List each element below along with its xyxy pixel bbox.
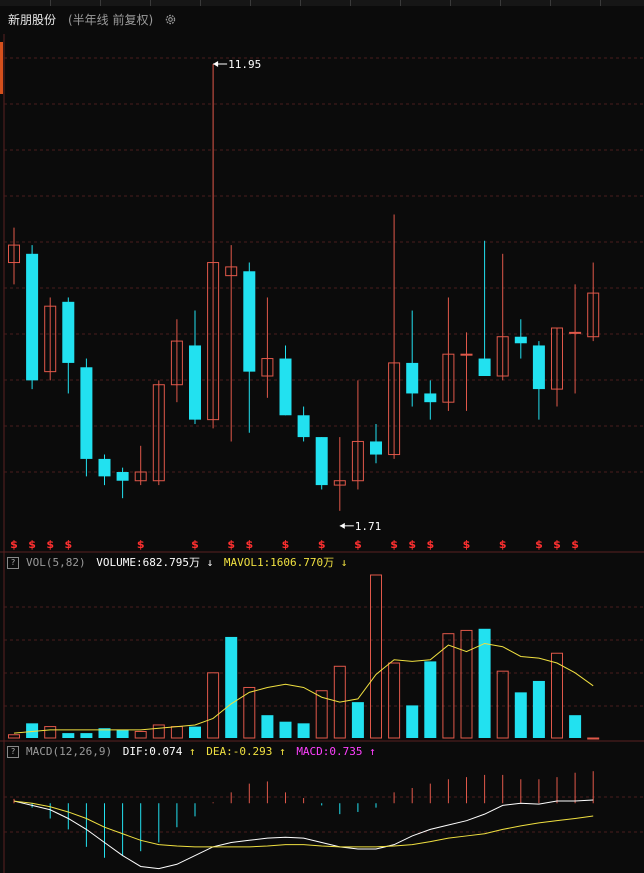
dividend-marker: $ (463, 538, 471, 551)
dividend-marker: $ (318, 538, 326, 551)
volume-bar (442, 633, 455, 739)
candle-body (116, 472, 129, 481)
dividend-marker: $ (64, 538, 72, 551)
volume-indicator-bar: ? VOL(5,82) VOLUME:682.795万 ↓ MAVOL1:160… (0, 554, 644, 572)
dividend-marker: $ (137, 538, 145, 551)
volume-bar (8, 734, 20, 739)
dividend-marker: $ (245, 538, 253, 551)
candle-body (406, 362, 419, 394)
volume-bar (279, 721, 292, 738)
mavol-value: MAVOL1:1606.770万 (223, 556, 335, 569)
dif-value: DIF:0.074 (122, 745, 183, 758)
candle-body (478, 358, 491, 376)
candle-body (460, 353, 473, 356)
volume-bar (406, 705, 419, 738)
candle-body (189, 345, 201, 420)
macd-indicator-bar: ? MACD(12,26,9) DIF:0.074 ↑ DEA:-0.293 ↑… (0, 743, 644, 761)
dividend-marker: $ (10, 538, 18, 551)
dividend-marker: $ (227, 538, 235, 551)
volume-bar (569, 715, 582, 738)
dif-line (13, 799, 594, 870)
volume-bar (44, 726, 57, 739)
dividend-marker: $ (499, 538, 507, 551)
candle-body (98, 458, 111, 477)
dividend-marker: $ (28, 538, 36, 551)
high-arrowhead (213, 61, 219, 67)
dividend-marker: $ (191, 538, 199, 551)
volume-bar (116, 729, 129, 738)
volume-bar (170, 726, 183, 739)
volume-bar (514, 692, 527, 738)
candle-body (297, 415, 310, 438)
volume-value: VOLUME:682.795万 (96, 556, 200, 569)
dividend-marker: $ (535, 538, 543, 551)
volume-bar (207, 672, 220, 739)
volume-bar (351, 702, 364, 738)
dea-arrow: ↑ (279, 745, 286, 758)
mavol-line (13, 642, 594, 734)
volume-bar (388, 662, 401, 739)
candle-body (279, 358, 292, 416)
volume-bar (134, 730, 147, 739)
volume-bar (261, 715, 274, 738)
volume-bar (370, 574, 382, 739)
low-arrowhead (339, 522, 345, 529)
volume-bar (80, 733, 93, 738)
volume-bar (424, 661, 437, 738)
volume-bar (225, 636, 238, 738)
dividend-marker: $ (46, 538, 54, 551)
candle-body (514, 336, 527, 344)
candle-body (532, 345, 545, 390)
volume-bar (460, 629, 473, 739)
volume-bar (152, 724, 165, 739)
macd-label[interactable]: MACD(12,26,9) (26, 745, 112, 758)
volume-bar (297, 723, 310, 738)
candle-body (62, 301, 75, 363)
dividend-marker: $ (571, 538, 579, 551)
volume-bar (496, 670, 509, 739)
dividend-marker: $ (354, 538, 362, 551)
mavol-arrow: ↓ (340, 556, 348, 569)
dea-value: DEA:-0.293 (206, 745, 273, 758)
dividend-marker: $ (408, 538, 416, 551)
candle-body (26, 253, 39, 381)
candle-body (243, 271, 256, 372)
macd-arrow: ↑ (369, 745, 376, 758)
volume-bar (532, 680, 545, 738)
dividend-marker: $ (426, 538, 434, 551)
candle-body (370, 441, 382, 455)
volume-arrow: ↓ (206, 556, 214, 569)
low-price-label: 1.71 (355, 520, 382, 533)
dividend-marker: $ (553, 538, 561, 551)
question-box-icon[interactable]: ? (7, 557, 19, 569)
volume-bar (189, 726, 201, 738)
volume-bar (551, 652, 563, 739)
vol-label[interactable]: VOL(5,82) (26, 556, 86, 569)
volume-bar (62, 733, 75, 738)
candle-body (569, 331, 582, 334)
candle-body (424, 393, 437, 403)
dif-arrow: ↑ (188, 745, 196, 758)
question-box-icon[interactable]: ? (7, 746, 19, 758)
high-price-label: 11.95 (228, 58, 261, 71)
volume-bar (587, 737, 600, 740)
candle-body (315, 437, 328, 486)
candle-body (80, 367, 93, 459)
macd-value: MACD:0.735 (296, 745, 363, 758)
dividend-marker: $ (282, 538, 290, 551)
dividend-marker: $ (390, 538, 398, 551)
